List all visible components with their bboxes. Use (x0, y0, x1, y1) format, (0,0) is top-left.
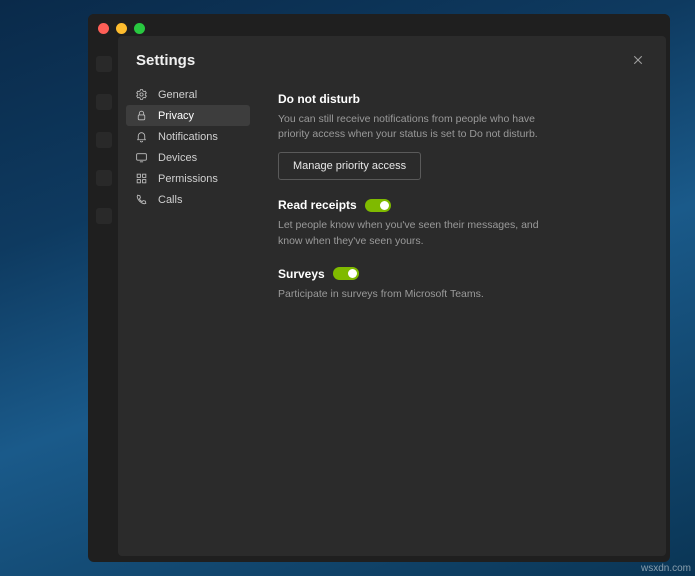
section-surveys: Surveys Participate in surveys from Micr… (278, 267, 638, 302)
manage-priority-access-button[interactable]: Manage priority access (278, 152, 421, 180)
window-minimize-button[interactable] (116, 23, 127, 34)
section-description: You can still receive notifications from… (278, 112, 548, 142)
nav-item-calls[interactable]: Calls (126, 189, 250, 210)
rail-icon[interactable] (96, 170, 112, 186)
monitor-icon (134, 151, 148, 164)
lock-icon (134, 109, 148, 122)
window-close-button[interactable] (98, 23, 109, 34)
surveys-toggle[interactable] (333, 267, 359, 280)
nav-label: Calls (158, 194, 182, 206)
nav-item-general[interactable]: General (126, 84, 250, 105)
settings-content: Do not disturb You can still receive not… (258, 78, 666, 556)
section-title-row: Read receipts (278, 198, 638, 212)
watermark: wsxdn.com (641, 563, 691, 574)
rail-icon[interactable] (96, 132, 112, 148)
bell-icon (134, 130, 148, 143)
gear-icon (134, 88, 148, 101)
grid-icon (134, 172, 148, 185)
settings-nav: General Privacy Notifications Devices (118, 78, 258, 556)
nav-item-devices[interactable]: Devices (126, 147, 250, 168)
nav-item-notifications[interactable]: Notifications (126, 126, 250, 147)
section-title-row: Surveys (278, 267, 638, 281)
app-left-rail (96, 56, 116, 224)
nav-label: Devices (158, 152, 197, 164)
close-icon[interactable] (628, 50, 648, 70)
nav-label: General (158, 89, 197, 101)
section-description: Let people know when you've seen their m… (278, 218, 548, 248)
read-receipts-toggle[interactable] (365, 199, 391, 212)
nav-label: Privacy (158, 110, 194, 122)
section-title: Surveys (278, 267, 325, 281)
nav-label: Notifications (158, 131, 218, 143)
section-title: Do not disturb (278, 92, 638, 106)
section-description: Participate in surveys from Microsoft Te… (278, 287, 548, 302)
nav-label: Permissions (158, 173, 218, 185)
rail-icon[interactable] (96, 94, 112, 110)
window-maximize-button[interactable] (134, 23, 145, 34)
section-title: Read receipts (278, 198, 357, 212)
panel-header: Settings (118, 36, 666, 78)
section-do-not-disturb: Do not disturb You can still receive not… (278, 92, 638, 180)
section-read-receipts: Read receipts Let people know when you'v… (278, 198, 638, 248)
nav-item-permissions[interactable]: Permissions (126, 168, 250, 189)
panel-title: Settings (136, 52, 195, 69)
settings-panel: Settings General Privacy (118, 36, 666, 556)
phone-icon (134, 193, 148, 206)
nav-item-privacy[interactable]: Privacy (126, 105, 250, 126)
rail-icon[interactable] (96, 56, 112, 72)
rail-icon[interactable] (96, 208, 112, 224)
panel-body: General Privacy Notifications Devices (118, 78, 666, 556)
